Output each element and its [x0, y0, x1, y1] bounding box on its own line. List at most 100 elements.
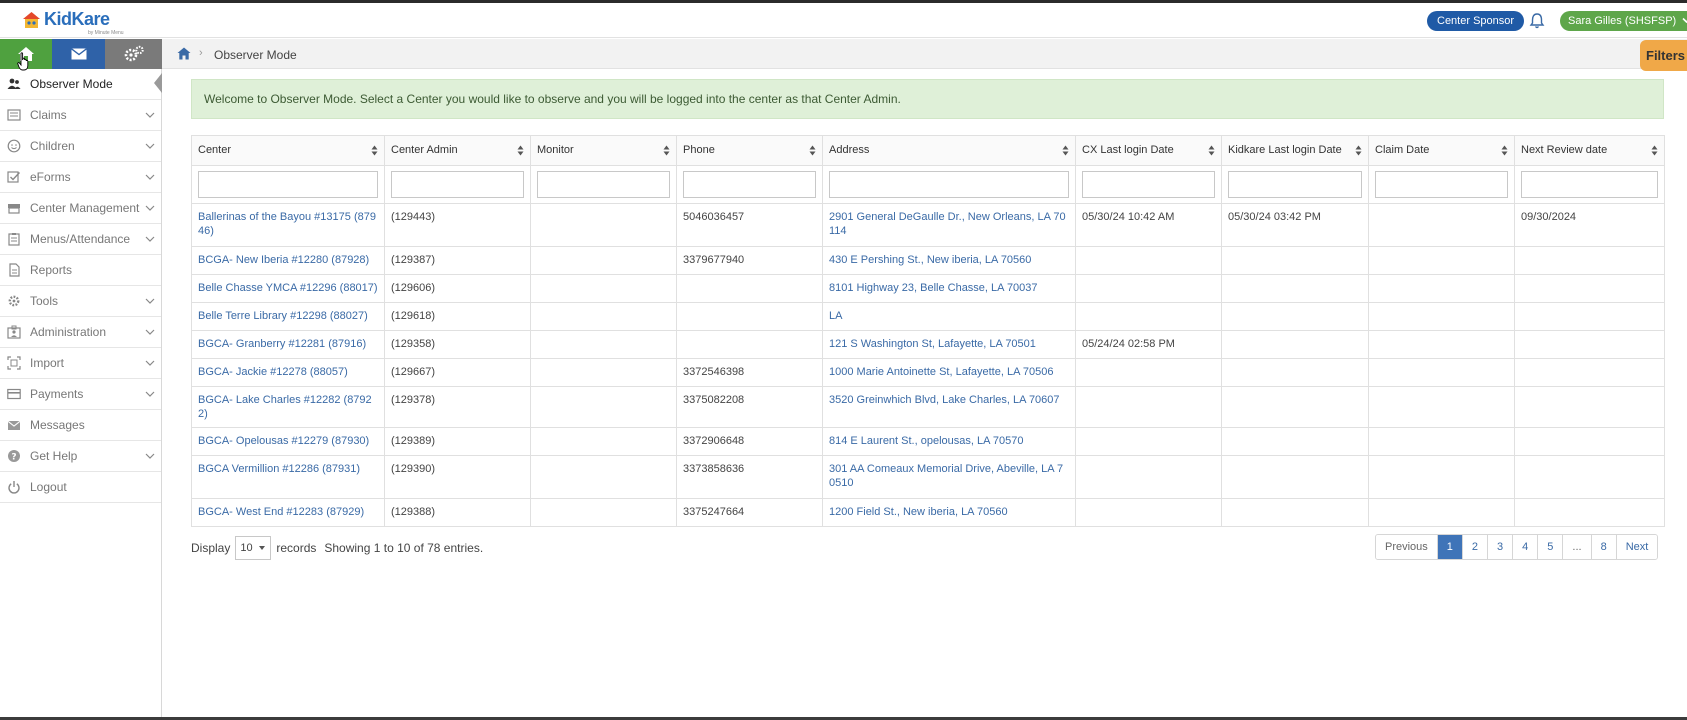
table-cell-link[interactable]: BGCA- Lake Charles #12282 (87922)	[191, 386, 385, 428]
column-header[interactable]: Center	[191, 135, 385, 166]
table-cell-link[interactable]: 3520 Greinwhich Blvd, Lake Charles, LA 7…	[822, 386, 1076, 428]
sort-icon[interactable]	[1355, 145, 1362, 156]
table-cell-link[interactable]: 2901 General DeGaulle Dr., New Orleans, …	[822, 203, 1076, 247]
page-button[interactable]: 1	[1437, 535, 1463, 559]
table-cell: 05/30/24 10:42 AM	[1075, 203, 1222, 247]
user-menu-button[interactable]: Sara Gilles (SHSFSP)	[1560, 11, 1687, 31]
sort-icon[interactable]	[371, 145, 378, 156]
column-header[interactable]: Phone	[676, 135, 823, 166]
table-row[interactable]: BCGA- New Iberia #12280 (87928) (129387) 3…	[191, 246, 1665, 275]
table-cell-link[interactable]: BCGA- New Iberia #12280 (87928)	[191, 246, 385, 275]
records-label: records	[276, 541, 317, 555]
table-cell	[1514, 302, 1665, 331]
table-cell-link[interactable]: Belle Terre Library #12298 (88027)	[191, 302, 385, 331]
table-row[interactable]: BGCA- Jackie #12278 (88057) (129667) 33725…	[191, 358, 1665, 387]
sidebar-item-label: Claims	[30, 108, 67, 122]
table-row[interactable]: Belle Terre Library #12298 (88027) (12961…	[191, 302, 1665, 331]
table-cell-link[interactable]: BGCA Vermillion #12286 (87931)	[191, 455, 385, 499]
column-header[interactable]: Address	[822, 135, 1076, 166]
page-button[interactable]: 2	[1462, 535, 1489, 559]
filters-button[interactable]: Filters »	[1640, 40, 1687, 71]
table-cell	[1221, 274, 1369, 303]
table-cell-link[interactable]: 121 S Washington St, Lafayette, LA 70501	[822, 330, 1076, 359]
page-button[interactable]: 4	[1513, 535, 1539, 559]
column-filter-input[interactable]	[1228, 171, 1362, 198]
column-filter-input[interactable]	[829, 171, 1069, 198]
sidebar-item-import[interactable]: Import	[0, 348, 161, 379]
column-header[interactable]: Monitor	[530, 135, 677, 166]
page-button[interactable]: 3	[1488, 535, 1514, 559]
sidebar-item-reports[interactable]: Reports	[0, 255, 161, 286]
table-cell-link[interactable]: 1000 Marie Antoinette St, Lafayette, LA …	[822, 358, 1076, 387]
table-row[interactable]: Belle Chasse YMCA #12296 (88017) (129606)…	[191, 274, 1665, 303]
sort-icon[interactable]	[1208, 145, 1215, 156]
sidebar-item-get-help[interactable]: ? Get Help	[0, 441, 161, 472]
center-sponsor-button[interactable]: Center Sponsor	[1427, 11, 1525, 31]
sidebar-item-menus-attendance[interactable]: Menus/Attendance	[0, 224, 161, 255]
messages-tab[interactable]	[52, 39, 105, 69]
table-cell-link[interactable]: BGCA- Jackie #12278 (88057)	[191, 358, 385, 387]
column-filter-input[interactable]	[1082, 171, 1215, 198]
table-cell-link[interactable]: 1200 Field St., New iberia, LA 70560	[822, 498, 1076, 527]
table-cell-link[interactable]: BGCA- Opelousas #12279 (87930)	[191, 427, 385, 456]
home-icon[interactable]	[177, 47, 191, 60]
sort-icon[interactable]	[1651, 145, 1658, 156]
table-cell-link[interactable]: 301 AA Comeaux Memorial Drive, Abeville,…	[822, 455, 1076, 499]
table-cell	[1075, 498, 1222, 527]
sidebar-item-payments[interactable]: Payments	[0, 379, 161, 410]
notification-bell-icon[interactable]	[1528, 12, 1546, 30]
column-filter-input[interactable]	[198, 171, 378, 198]
sort-icon[interactable]	[663, 145, 670, 156]
table-row[interactable]: BGCA- Lake Charles #12282 (87922) (129378…	[191, 386, 1665, 428]
sidebar-item-observer-mode[interactable]: Observer Mode	[0, 69, 162, 100]
sidebar-item-claims[interactable]: Claims	[0, 100, 161, 131]
settings-tab[interactable]	[105, 39, 162, 69]
table-cell-link[interactable]: BGCA- West End #12283 (87929)	[191, 498, 385, 527]
sidebar-item-children[interactable]: Children	[0, 131, 161, 162]
sidebar-item-center-management[interactable]: Center Management	[0, 193, 161, 224]
page-button[interactable]: 5	[1538, 535, 1564, 559]
table-cell: (129358)	[384, 330, 531, 359]
previous-page-button[interactable]: Previous	[1376, 535, 1438, 559]
page-button: ...	[1563, 535, 1592, 559]
table-cell-link[interactable]: 430 E Pershing St., New iberia, LA 70560	[822, 246, 1076, 275]
column-filter-input[interactable]	[537, 171, 670, 198]
page-button[interactable]: 8	[1591, 535, 1617, 559]
table-cell	[530, 246, 677, 275]
column-filter-input[interactable]	[1375, 171, 1508, 198]
column-header[interactable]: Claim Date	[1368, 135, 1515, 166]
column-header[interactable]: Next Review date	[1514, 135, 1665, 166]
sidebar-item-messages[interactable]: Messages	[0, 410, 161, 441]
table-cell-link[interactable]: LA	[822, 302, 1076, 331]
table-row[interactable]: BGCA- Opelousas #12279 (87930) (129389) 33…	[191, 427, 1665, 456]
table-cell	[1221, 330, 1369, 359]
sort-icon[interactable]	[809, 145, 816, 156]
sidebar-item-logout[interactable]: Logout	[0, 472, 161, 503]
sort-icon[interactable]	[517, 145, 524, 156]
sort-icon[interactable]	[1501, 145, 1508, 156]
table-row[interactable]: BGCA Vermillion #12286 (87931) (129390) 33…	[191, 455, 1665, 499]
table-cell-link[interactable]: Ballerinas of the Bayou #13175 (87946)	[191, 203, 385, 247]
table-cell-link[interactable]: Belle Chasse YMCA #12296 (88017)	[191, 274, 385, 303]
table-cell-link[interactable]: BGCA- Granberry #12281 (87916)	[191, 330, 385, 359]
chevron-down-icon	[145, 174, 155, 180]
column-filter-input[interactable]	[1521, 171, 1658, 198]
next-page-button[interactable]: Next	[1616, 535, 1658, 559]
sidebar-item-eforms[interactable]: eForms	[0, 162, 161, 193]
table-cell-link[interactable]: 8101 Highway 23, Belle Chasse, LA 70037	[822, 274, 1076, 303]
table-row[interactable]: BGCA- West End #12283 (87929) (129388) 337…	[191, 498, 1665, 527]
column-filter-input[interactable]	[391, 171, 524, 198]
sidebar-item-administration[interactable]: Administration	[0, 317, 161, 348]
column-header[interactable]: Center Admin	[384, 135, 531, 166]
column-filter-input[interactable]	[683, 171, 816, 198]
sidebar-item-tools[interactable]: Tools	[0, 286, 161, 317]
column-header[interactable]: Kidkare Last login Date	[1221, 135, 1369, 166]
column-header[interactable]: CX Last login Date	[1075, 135, 1222, 166]
table-row[interactable]: Ballerinas of the Bayou #13175 (87946) (1…	[191, 203, 1665, 247]
welcome-notice: Welcome to Observer Mode. Select a Cente…	[191, 79, 1664, 119]
sort-icon[interactable]	[1062, 145, 1069, 156]
table-cell-link[interactable]: 814 E Laurent St., opelousas, LA 70570	[822, 427, 1076, 456]
page-size-select[interactable]: 10	[235, 536, 272, 560]
kidkare-logo[interactable]: KidKare by Minute Menu	[22, 8, 132, 36]
table-row[interactable]: BGCA- Granberry #12281 (87916) (129358) 12…	[191, 330, 1665, 359]
